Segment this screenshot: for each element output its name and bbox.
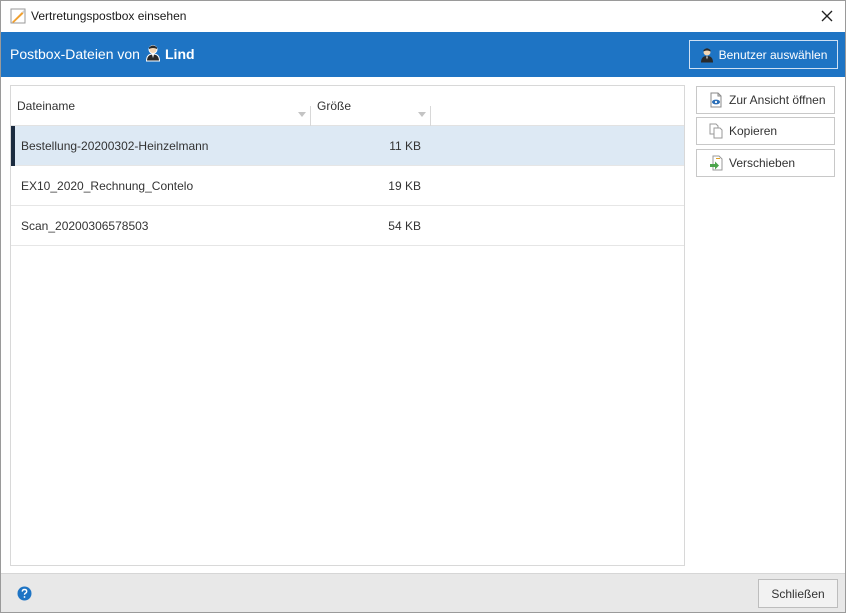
column-label-size: Größe	[317, 99, 352, 113]
title-bar: Vertretungspostbox einsehen	[1, 1, 845, 32]
sort-arrow-icon[interactable]	[298, 112, 306, 117]
table-row[interactable]: Bestellung-20200302-Heinzelmann 11 KB	[11, 126, 684, 166]
dialog-footer: Schließen	[1, 573, 845, 612]
file-name: Scan_20200306578503	[21, 219, 149, 233]
select-user-label: Benutzer auswählen	[718, 47, 828, 62]
move-icon	[710, 155, 723, 171]
table-row[interactable]: EX10_2020_Rechnung_Contelo 19 KB	[11, 166, 684, 206]
header-user-name: Lind	[165, 46, 195, 62]
column-header-size[interactable]: Größe	[311, 86, 431, 126]
user-icon	[145, 45, 161, 62]
open-view-label: Zur Ansicht öffnen	[729, 93, 826, 107]
file-name: Bestellung-20200302-Heinzelmann	[21, 139, 209, 153]
table-header: Dateiname Größe	[11, 86, 684, 126]
help-icon[interactable]	[17, 586, 32, 601]
column-header-filename[interactable]: Dateiname	[11, 86, 311, 126]
file-name: EX10_2020_Rechnung_Contelo	[21, 179, 194, 193]
open-view-button[interactable]: Zur Ansicht öffnen	[696, 86, 835, 114]
close-button-label: Schließen	[771, 586, 825, 601]
file-size: 19 KB	[388, 179, 421, 193]
document-eye-icon	[710, 92, 722, 108]
window-title: Vertretungspostbox einsehen	[31, 9, 187, 23]
postbox-header: Postbox-Dateien von Lind Benutzer auswäh…	[1, 32, 845, 77]
table-row[interactable]: Scan_20200306578503 54 KB	[11, 206, 684, 246]
user-icon	[700, 47, 713, 62]
file-table: Dateiname Größe Bestellung-20200302-Hein…	[10, 85, 685, 566]
dialog-window: Vertretungspostbox einsehen Postbox-Date…	[0, 0, 846, 613]
document-pencil-icon	[10, 8, 26, 24]
close-icon[interactable]	[817, 6, 837, 26]
copy-button[interactable]: Kopieren	[696, 117, 835, 145]
column-label-filename: Dateiname	[17, 99, 76, 113]
move-label: Verschieben	[729, 156, 796, 170]
select-user-button[interactable]: Benutzer auswählen	[689, 40, 838, 69]
file-size: 11 KB	[389, 139, 421, 153]
sort-arrow-icon[interactable]	[418, 112, 426, 117]
file-size: 54 KB	[388, 219, 421, 233]
move-button[interactable]: Verschieben	[696, 149, 835, 177]
header-label: Postbox-Dateien von	[10, 46, 140, 62]
column-separator[interactable]	[430, 106, 431, 126]
close-button[interactable]: Schließen	[758, 579, 838, 608]
copy-label: Kopieren	[729, 124, 778, 138]
copy-icon	[709, 123, 723, 139]
